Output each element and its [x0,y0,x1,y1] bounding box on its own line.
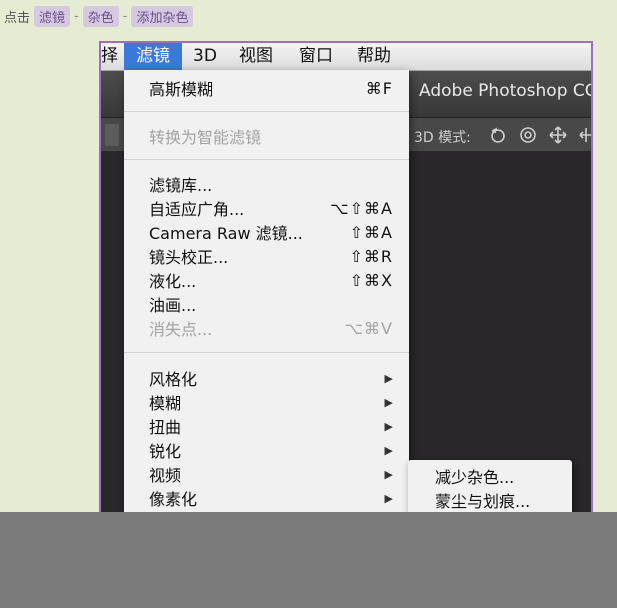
menu-item-shortcut: ⇧⌘X [349,270,393,290]
step-chip-noise: 杂色 [82,5,119,27]
instruction-line: 点击 滤镜 - 杂色 - 添加杂色 [4,5,194,27]
menu-item-label: 蒙尘与划痕... [435,492,531,511]
options-bar-grip[interactable] [105,124,119,146]
menu-item-stylize[interactable]: 风格化 ▶ [124,366,409,390]
menu-item-label: 风格化 [149,370,198,389]
filter-menu-dropdown: 高斯模糊 ⌘F 转换为智能滤镜 滤镜库... 自适应广角... ⌥⇧⌘A Cam… [124,70,409,529]
menu-item-label: 油画... [149,296,197,315]
menu-item-liquify[interactable]: 液化... ⇧⌘X [124,268,409,292]
menu-item-label: 高斯模糊 [149,80,214,99]
menu-item-label: 消失点... [149,320,213,339]
menubar-item-3d[interactable]: 3D [185,43,225,70]
mac-menubar: 择 滤镜 3D 视图 窗口 帮助 [101,43,591,71]
menu-item-label: 模糊 [149,394,182,413]
roll-3d-icon[interactable] [517,124,539,146]
submenu-item-reduce-noise[interactable]: 减少杂色... [408,464,572,488]
screenshot-frame: 择 滤镜 3D 视图 窗口 帮助 Adobe Photoshop CC 3D 模… [99,41,593,531]
menu-item-label: 转换为智能滤镜 [149,128,262,147]
menu-divider [124,352,409,353]
submenu-arrow-icon: ▶ [384,443,393,457]
submenu-item-dust-scratches[interactable]: 蒙尘与划痕... [408,488,572,512]
menu-item-oil-paint[interactable]: 油画... [124,292,409,316]
menu-item-convert-smart-filter: 转换为智能滤镜 [124,124,409,148]
step-chip-filter: 滤镜 [34,5,71,27]
menu-item-label: 扭曲 [149,418,182,437]
app-title: Adobe Photoshop CC [419,81,593,101]
menu-item-shortcut: ⇧⌘R [349,246,393,266]
step-separator: - [74,8,79,24]
menu-item-label: 滤镜库... [149,176,213,195]
menu-item-lens-correction[interactable]: 镜头校正... ⇧⌘R [124,244,409,268]
slide-3d-icon[interactable] [575,124,591,146]
menubar-item-view[interactable]: 视图 [231,43,281,70]
menu-item-label: 液化... [149,272,197,291]
menu-divider [124,111,409,112]
menu-item-sharpen[interactable]: 锐化 ▶ [124,438,409,462]
pan-3d-icon[interactable] [547,124,569,146]
menubar-item-help[interactable]: 帮助 [349,43,399,70]
rotate-3d-icon[interactable] [487,124,509,146]
menu-item-label: 减少杂色... [435,468,515,487]
menu-item-gaussian-blur[interactable]: 高斯模糊 ⌘F [124,76,409,100]
step-chip-add-noise: 添加杂色 [131,5,194,27]
menu-item-camera-raw[interactable]: Camera Raw 滤镜... ⇧⌘A [124,220,409,244]
step-separator: - [122,8,128,24]
submenu-arrow-icon: ▶ [384,395,393,409]
menu-item-pixelate[interactable]: 像素化 ▶ [124,486,409,510]
submenu-arrow-icon: ▶ [384,419,393,433]
menu-item-label: Camera Raw 滤镜... [149,224,303,243]
menu-item-distort[interactable]: 扭曲 ▶ [124,414,409,438]
menu-item-label: 镜头校正... [149,248,229,267]
menu-item-filter-gallery[interactable]: 滤镜库... [124,172,409,196]
menu-item-video[interactable]: 视频 ▶ [124,462,409,486]
menu-item-shortcut: ⌘F [365,78,393,98]
submenu-arrow-icon: ▶ [384,467,393,481]
menu-item-label: 自适应广角... [149,200,245,219]
submenu-arrow-icon: ▶ [384,491,393,505]
bottom-overlay [0,512,617,608]
menu-item-label: 像素化 [149,490,198,509]
menu-item-label: 锐化 [149,442,182,461]
menu-item-label: 视频 [149,466,182,485]
menu-item-adaptive-wide-angle[interactable]: 自适应广角... ⌥⇧⌘A [124,196,409,220]
menu-item-shortcut: ⇧⌘A [349,222,393,242]
instruction-prefix: 点击 [4,10,31,26]
menu-item-shortcut: ⌥⌘V [344,318,393,338]
menubar-item-window[interactable]: 窗口 [291,43,341,70]
menubar-item-select[interactable]: 择 [101,43,126,70]
submenu-arrow-icon: ▶ [384,371,393,385]
menu-item-shortcut: ⌥⇧⌘A [330,198,393,218]
menu-divider [124,159,409,160]
menubar-item-filter[interactable]: 滤镜 [124,43,182,70]
menu-item-vanishing-point: 消失点... ⌥⌘V [124,316,409,340]
3d-mode-label: 3D 模式: [414,130,471,146]
menu-item-blur[interactable]: 模糊 ▶ [124,390,409,414]
